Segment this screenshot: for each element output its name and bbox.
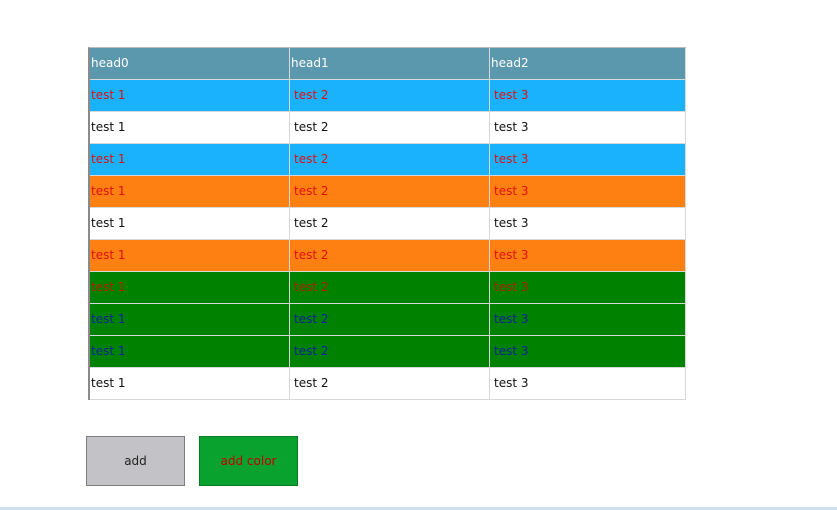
- table-row[interactable]: test 1 test 2 test 3: [90, 304, 686, 336]
- add-color-button[interactable]: add color: [199, 436, 298, 486]
- table-cell[interactable]: test 3: [490, 176, 686, 208]
- table-row[interactable]: test 1 test 2 test 3: [90, 272, 686, 304]
- table-cell[interactable]: test 3: [490, 208, 686, 240]
- table-row[interactable]: test 1 test 2 test 3: [90, 336, 686, 368]
- table-cell[interactable]: test 1: [90, 304, 290, 336]
- table-cell[interactable]: test 2: [290, 272, 490, 304]
- table-cell[interactable]: test 3: [490, 304, 686, 336]
- table-row[interactable]: test 1 test 2 test 3: [90, 368, 686, 400]
- table-cell[interactable]: test 1: [90, 80, 290, 112]
- table-cell[interactable]: test 1: [90, 240, 290, 272]
- table-cell[interactable]: test 3: [490, 336, 686, 368]
- table-cell[interactable]: test 3: [490, 368, 686, 400]
- table-row[interactable]: test 1 test 2 test 3: [90, 80, 686, 112]
- table-cell[interactable]: test 2: [290, 336, 490, 368]
- column-header[interactable]: head2: [490, 48, 686, 80]
- table-cell[interactable]: test 2: [290, 144, 490, 176]
- table-cell[interactable]: test 2: [290, 240, 490, 272]
- table-row[interactable]: test 1 test 2 test 3: [90, 176, 686, 208]
- table-cell[interactable]: test 1: [90, 208, 290, 240]
- header-row: head0 head1 head2: [90, 48, 686, 80]
- table-cell[interactable]: test 1: [90, 176, 290, 208]
- table-cell[interactable]: test 1: [90, 112, 290, 144]
- table-row[interactable]: test 1 test 2 test 3: [90, 208, 686, 240]
- table-cell[interactable]: test 1: [90, 272, 290, 304]
- table-cell[interactable]: test 1: [90, 368, 290, 400]
- data-grid: head0 head1 head2 test 1 test 2 test 3 t…: [88, 47, 686, 400]
- table-cell[interactable]: test 3: [490, 144, 686, 176]
- table-cell[interactable]: test 2: [290, 304, 490, 336]
- table-cell[interactable]: test 1: [90, 336, 290, 368]
- table-cell[interactable]: test 2: [290, 368, 490, 400]
- column-header[interactable]: head0: [90, 48, 290, 80]
- button-bar: add add color: [86, 436, 298, 486]
- table-cell[interactable]: test 2: [290, 208, 490, 240]
- add-button[interactable]: add: [86, 436, 185, 486]
- table-cell[interactable]: test 1: [90, 144, 290, 176]
- table-row[interactable]: test 1 test 2 test 3: [90, 240, 686, 272]
- table-cell[interactable]: test 3: [490, 240, 686, 272]
- table-cell[interactable]: test 3: [490, 112, 686, 144]
- table-cell[interactable]: test 2: [290, 80, 490, 112]
- table-row[interactable]: test 1 test 2 test 3: [90, 112, 686, 144]
- table-row[interactable]: test 1 test 2 test 3: [90, 144, 686, 176]
- table-cell[interactable]: test 2: [290, 176, 490, 208]
- column-header[interactable]: head1: [290, 48, 490, 80]
- table-cell[interactable]: test 3: [490, 80, 686, 112]
- table-cell[interactable]: test 3: [490, 272, 686, 304]
- table-cell[interactable]: test 2: [290, 112, 490, 144]
